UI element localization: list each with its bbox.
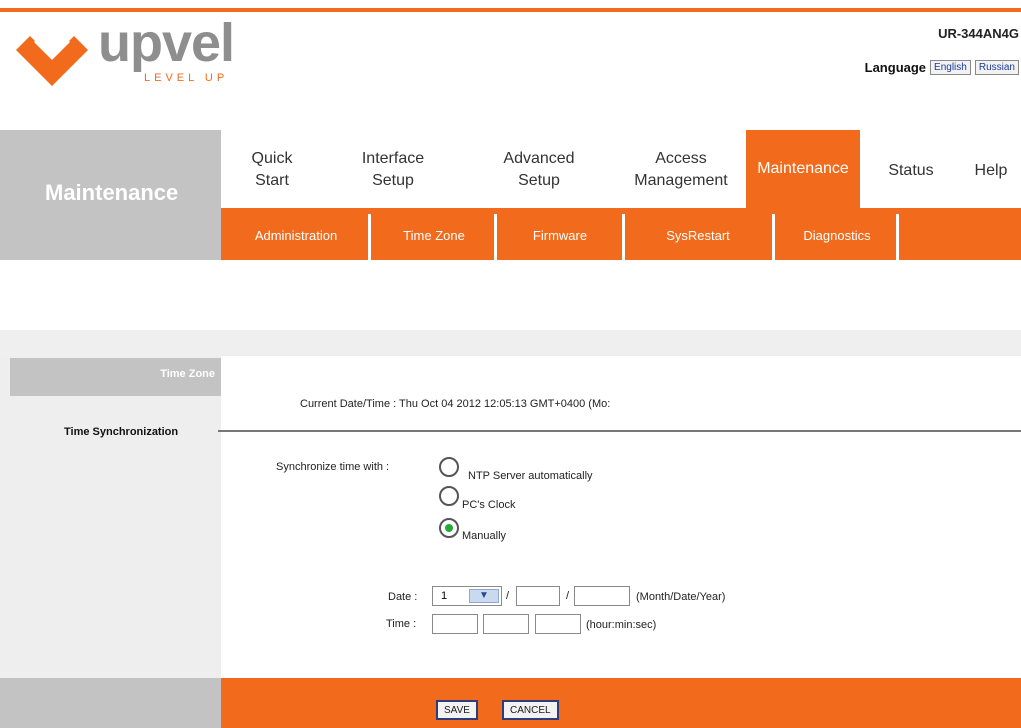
time-label: Time : — [386, 618, 417, 630]
time-zone-heading: Time Zone — [160, 368, 215, 380]
subnav-divider — [494, 214, 497, 260]
time-format-hint: (hour:min:sec) — [586, 619, 657, 631]
language-label: Language — [864, 60, 927, 75]
logo-tagline: LEVEL UP — [144, 72, 229, 84]
subnav-divider — [896, 214, 899, 260]
upvel-logo: upvel LEVEL UP — [14, 14, 236, 86]
language-english-button[interactable]: English — [930, 60, 971, 75]
ntp-server-radio[interactable] — [439, 457, 459, 477]
nav-label: Advanced — [503, 150, 575, 167]
date-format-hint: (Month/Date/Year) — [636, 591, 726, 603]
nav-advanced-setup[interactable]: Advanced Setup — [488, 148, 590, 192]
footer-bar — [221, 678, 1021, 728]
nav-label: Setup — [372, 172, 414, 189]
manually-radio[interactable] — [439, 518, 459, 538]
time-sync-heading: Time Synchronization — [64, 426, 179, 438]
month-select[interactable]: 1 ▼ — [432, 586, 502, 606]
subnav-divider — [622, 214, 625, 260]
footer-left-panel — [0, 678, 221, 728]
manually-label: Manually — [462, 530, 507, 542]
nav-maintenance-label[interactable]: Maintenance — [746, 160, 860, 178]
minute-input[interactable] — [483, 614, 529, 634]
date-label: Date : — [388, 591, 418, 603]
logo-brand-text: upvel — [98, 13, 235, 73]
cancel-button[interactable]: CANCEL — [502, 700, 559, 720]
top-accent-line — [0, 8, 1021, 12]
nav-interface-setup[interactable]: Interface Setup — [346, 148, 440, 192]
nav-label: Interface — [361, 150, 425, 167]
sidebar-title: Maintenance — [45, 180, 179, 205]
language-selector: Language English Russian — [865, 60, 1019, 75]
date-separator: / — [566, 590, 570, 602]
nav-label: Access — [655, 150, 707, 167]
nav-label: Management — [634, 172, 728, 189]
language-russian-button[interactable]: Russian — [974, 60, 1019, 75]
current-datetime: Current Date/Time : Thu Oct 04 2012 12:0… — [300, 398, 611, 410]
month-value: 1 — [441, 590, 448, 602]
date-separator: / — [506, 590, 510, 602]
nav-quick-start[interactable]: Quick Start — [240, 148, 304, 192]
nav-label: Quick — [251, 150, 293, 167]
pc-clock-label: PC's Clock — [462, 499, 516, 511]
subnav-time-zone[interactable]: Time Zone — [374, 228, 494, 243]
model-name: UR-344AN4G — [938, 26, 1019, 41]
chevron-down-icon[interactable]: ▼ — [469, 589, 499, 603]
content-spacer-band — [0, 330, 1021, 356]
subnav-divider — [772, 214, 775, 260]
second-input[interactable] — [535, 614, 581, 634]
pc-clock-radio[interactable] — [439, 486, 459, 506]
subnav-firmware[interactable]: Firmware — [500, 228, 620, 243]
subnav-diagnostics[interactable]: Diagnostics — [778, 228, 896, 243]
nav-label: Start — [255, 172, 289, 189]
section-divider — [218, 430, 1021, 432]
nav-access-management[interactable]: Access Management — [618, 148, 744, 192]
nav-help[interactable]: Help — [964, 160, 1018, 182]
time-zone-section-header: Time Zone — [10, 358, 221, 396]
hour-input[interactable] — [432, 614, 478, 634]
subnav-sysrestart[interactable]: SysRestart — [628, 228, 768, 243]
save-button[interactable]: SAVE — [436, 700, 478, 720]
sync-label: Synchronize time with : — [276, 461, 390, 473]
day-input[interactable] — [516, 586, 560, 606]
nav-label: Setup — [518, 172, 560, 189]
subnav-divider — [368, 214, 371, 260]
subnav-administration[interactable]: Administration — [231, 228, 361, 243]
ntp-server-label: NTP Server automatically — [468, 470, 593, 482]
content-left-column — [0, 356, 221, 678]
nav-status[interactable]: Status — [880, 160, 942, 182]
year-input[interactable] — [574, 586, 630, 606]
